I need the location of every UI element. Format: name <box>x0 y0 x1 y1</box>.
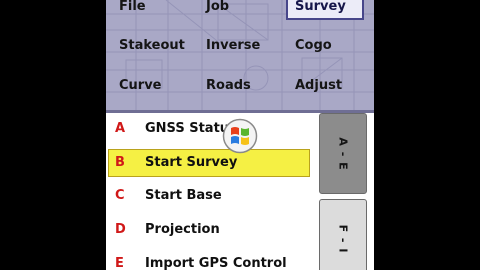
list-item-label: Start Base <box>145 188 222 203</box>
list-item-start-base[interactable]: C Start Base <box>108 182 310 210</box>
menu-stakeout-button[interactable]: Stakeout <box>110 33 188 59</box>
list-item-letter: C <box>115 188 125 203</box>
menu-survey-button[interactable]: Survey <box>286 0 364 20</box>
list-item-letter: B <box>115 155 125 170</box>
tab-label: A - E <box>336 136 350 171</box>
list-item-label: Import GPS Control <box>145 256 287 270</box>
list-item-import-gps-control[interactable]: E Import GPS Control <box>108 250 310 270</box>
menu-cogo-button[interactable]: Cogo <box>286 33 364 59</box>
menu-inverse-button[interactable]: Inverse <box>197 33 275 59</box>
menu-adjust-button[interactable]: Adjust <box>286 73 364 99</box>
tab-f-i[interactable]: F - I <box>319 199 367 270</box>
alphabet-tab-strip: A - E F - I <box>316 113 374 270</box>
list-item-letter: D <box>115 222 126 237</box>
windows-flag-icon[interactable] <box>222 118 258 154</box>
tab-label: F - I <box>336 224 350 254</box>
menu-job-button[interactable]: Job <box>197 0 275 20</box>
tab-a-e[interactable]: A - E <box>319 113 367 194</box>
list-item-gnss-status[interactable]: A GNSS Statu <box>108 115 310 143</box>
list-item-label: GNSS Statu <box>145 121 230 136</box>
list-item-letter: A <box>115 121 126 136</box>
main-menu-grid: File Job Survey Stakeout Inverse Cogo Cu… <box>106 0 374 113</box>
survey-command-list: A GNSS Statu B Start Survey C Start Base… <box>106 113 316 270</box>
menu-file-button[interactable]: File <box>110 0 188 20</box>
app-screen: File Job Survey Stakeout Inverse Cogo Cu… <box>106 0 374 270</box>
list-item-letter: E <box>115 256 124 270</box>
list-item-projection[interactable]: D Projection <box>108 216 310 244</box>
list-item-start-survey[interactable]: B Start Survey <box>108 149 310 177</box>
menu-roads-button[interactable]: Roads <box>197 73 275 99</box>
list-item-label: Projection <box>145 222 220 237</box>
menu-curve-button[interactable]: Curve <box>110 73 188 99</box>
